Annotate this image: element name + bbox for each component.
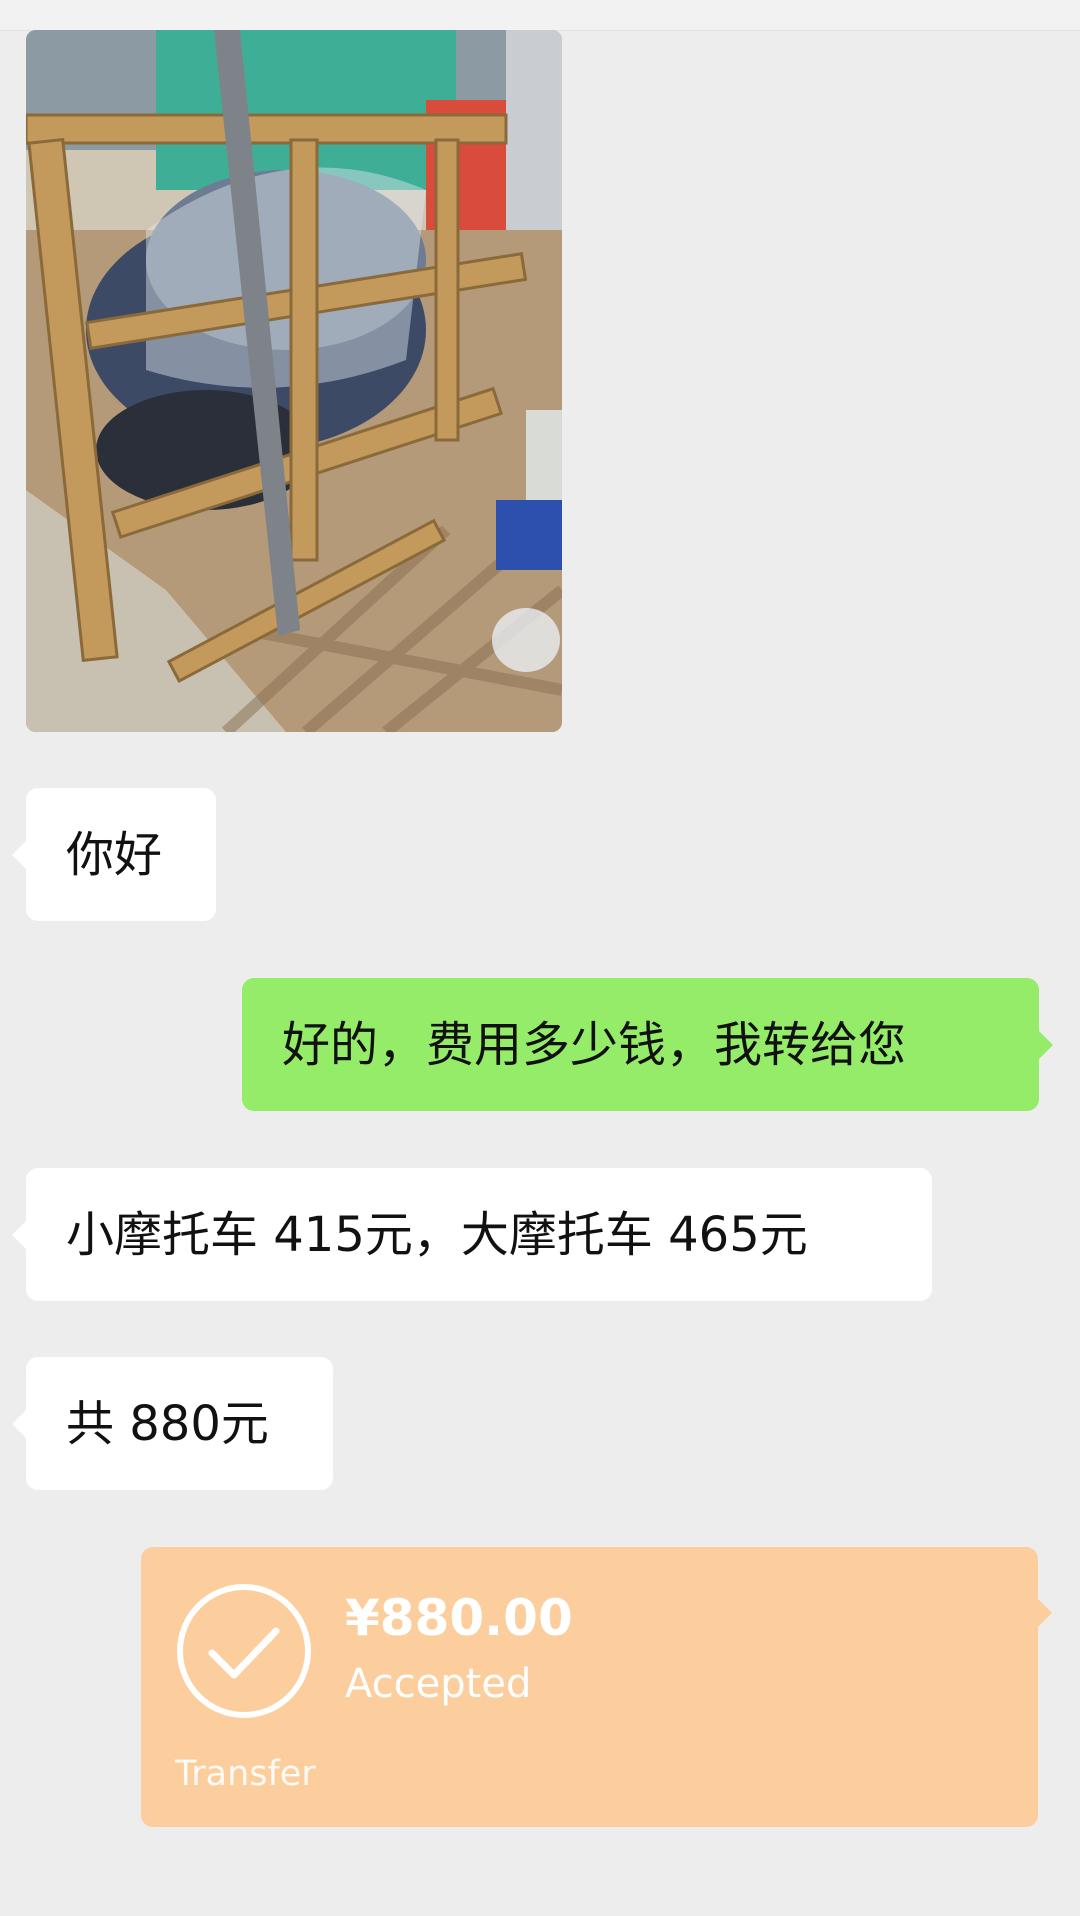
checkmark-circle-icon: [174, 1581, 314, 1721]
message-text: 共 880元: [66, 1395, 269, 1452]
transfer-label: Transfer: [175, 1754, 316, 1794]
message-text: 好的，费用多少钱，我转给您: [282, 1016, 907, 1073]
outgoing-message-reply[interactable]: 好的，费用多少钱，我转给您: [242, 978, 1053, 1111]
transfer-card[interactable]: ¥880.00 Accepted Transfer: [141, 1547, 1052, 1827]
transfer-status: Accepted: [345, 1661, 532, 1707]
incoming-message-total[interactable]: 共 880元: [12, 1357, 333, 1490]
chat-screen: 你好 好的，费用多少钱，我转给您 小摩托车 415元，大摩托车 465元 共 8…: [0, 0, 1080, 1916]
incoming-message-hello[interactable]: 你好: [12, 788, 216, 921]
incoming-message-prices[interactable]: 小摩托车 415元，大摩托车 465元: [12, 1168, 932, 1301]
transfer-amount: ¥880.00: [345, 1589, 573, 1647]
message-text: 小摩托车 415元，大摩托车 465元: [66, 1206, 808, 1263]
photo-image: [26, 30, 562, 732]
top-bar: [0, 0, 1080, 31]
photo-message-crated-motorcycles[interactable]: [26, 30, 562, 732]
message-text: 你好: [66, 826, 163, 883]
